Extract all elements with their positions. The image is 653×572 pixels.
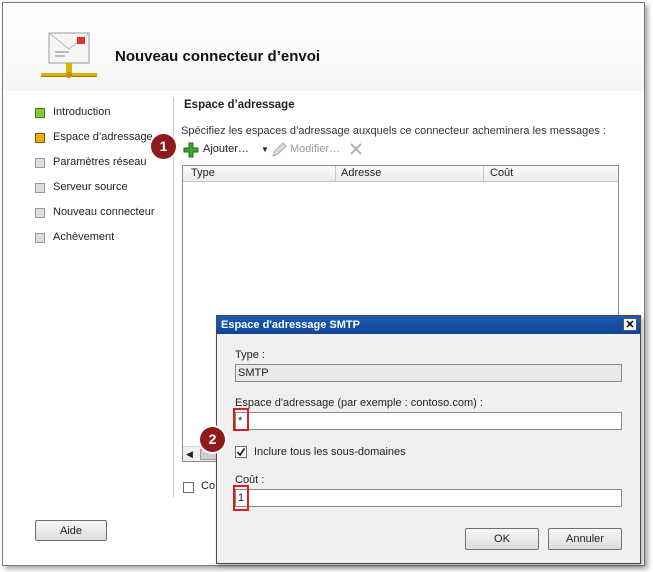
smtp-address-space-dialog: Espace d'adressage SMTP ✕ Type : SMTP Es… <box>216 315 641 564</box>
step-pending-icon <box>35 158 45 168</box>
step-pending-icon <box>35 233 45 243</box>
close-icon[interactable]: ✕ <box>623 318 637 331</box>
column-separator <box>483 166 484 181</box>
step-label: Serveur source <box>53 181 128 193</box>
address-highlight <box>233 408 249 431</box>
section-title: Espace d’adressage <box>184 99 295 111</box>
step-label: Espace d’adressage <box>53 131 153 143</box>
dialog-title: Espace d'adressage SMTP <box>221 319 360 331</box>
callout-badge-1: 1 <box>151 134 176 159</box>
nav-divider <box>173 97 174 497</box>
section-description: Spécifiez les espaces d’adressage auxque… <box>181 125 606 137</box>
step-label: Achèvement <box>53 231 115 243</box>
dialog-title-bar: Espace d'adressage SMTP ✕ <box>217 316 640 334</box>
add-icon[interactable] <box>183 142 199 161</box>
subdomains-label: Inclure tous les sous-domaines <box>254 446 406 458</box>
column-header-cost[interactable]: Coût <box>490 167 513 179</box>
ok-button[interactable]: OK <box>465 528 539 550</box>
type-field: SMTP <box>235 364 622 382</box>
address-input[interactable]: * <box>235 412 622 430</box>
edit-icon <box>271 142 287 161</box>
cancel-button[interactable]: Annuler <box>548 528 622 550</box>
partial-checkbox-label: Co <box>201 480 216 492</box>
column-separator <box>335 166 336 181</box>
step-label: Introduction <box>53 106 111 118</box>
scroll-left-icon[interactable]: ◀ <box>186 449 193 460</box>
help-button[interactable]: Aide <box>35 520 107 541</box>
cost-input[interactable]: 1 <box>235 489 622 507</box>
type-label: Type : <box>235 349 265 361</box>
step-label: Nouveau connecteur <box>53 206 155 218</box>
column-header-address[interactable]: Adresse <box>341 167 381 179</box>
address-label: Espace d'adressage (par exemple : contos… <box>235 397 483 409</box>
step-pending-icon <box>35 208 45 218</box>
subdomains-checkbox[interactable] <box>235 446 247 458</box>
step-pending-icon <box>35 183 45 193</box>
grid-header: Type Adresse Coût <box>183 166 618 182</box>
delete-icon <box>349 142 363 159</box>
wizard-header: Nouveau connecteur d’envoi <box>3 3 644 91</box>
callout-badge-2: 2 <box>200 427 225 452</box>
cost-highlight <box>233 485 249 511</box>
step-complete-icon <box>35 108 45 118</box>
step-label: Paramètres réseau <box>53 156 147 168</box>
partial-checkbox[interactable] <box>183 482 194 493</box>
dropdown-icon[interactable]: ▼ <box>261 145 269 154</box>
add-button[interactable]: Ajouter… <box>203 143 249 155</box>
wizard-title: Nouveau connecteur d’envoi <box>115 48 321 65</box>
column-header-type[interactable]: Type <box>191 167 215 179</box>
mail-connector-icon <box>39 29 99 87</box>
edit-button: Modifier… <box>290 143 341 155</box>
step-current-icon <box>35 133 45 143</box>
